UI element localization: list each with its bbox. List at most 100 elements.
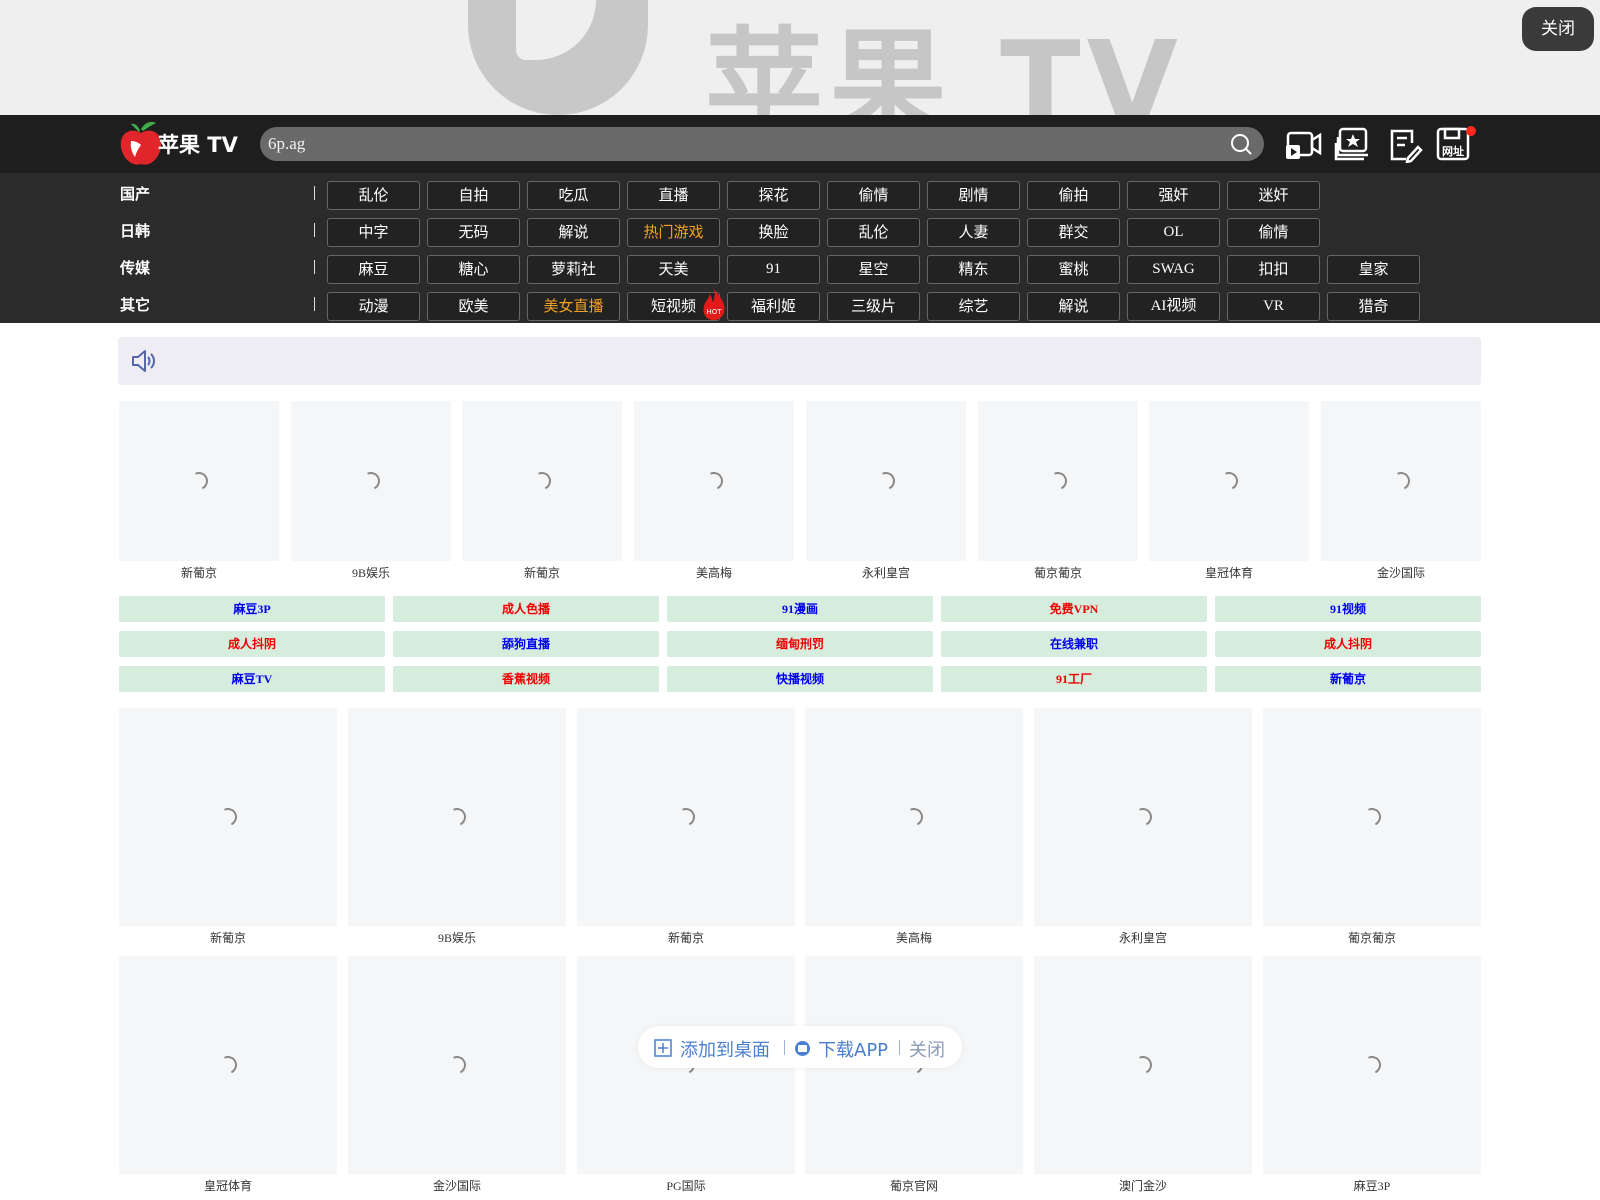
ad-tile[interactable] [634,401,794,561]
category-button[interactable]: 偷情 [1227,218,1320,247]
category-button[interactable]: 人妻 [927,218,1020,247]
link-button[interactable]: 91漫画 [667,596,933,622]
app-download-icon[interactable] [794,1040,811,1057]
category-button[interactable]: 剧情 [927,181,1020,210]
category-button[interactable]: 吃瓜 [527,181,620,210]
link-button[interactable]: 香蕉视频 [393,666,659,692]
search-bar[interactable] [260,127,1264,161]
tile-caption: 澳门金沙 [1118,1179,1167,1193]
category-button[interactable]: 解说 [527,218,620,247]
ad-tile[interactable] [577,708,795,926]
category-button[interactable]: 乱伦 [327,181,420,210]
link-button[interactable]: 缅甸刑罚 [667,631,933,657]
link-button[interactable]: 成人抖阴 [1215,631,1481,657]
category-button[interactable]: 欧美 [427,292,520,321]
top-ad-banner[interactable]: 苹果 TV [0,0,1600,115]
ad-tile[interactable] [291,401,451,561]
category-button[interactable]: 中字 [327,218,420,247]
category-button[interactable]: 麻豆 [327,255,420,284]
divider [784,1040,785,1055]
category-button[interactable]: 综艺 [927,292,1020,321]
link-button[interactable]: 免费VPN [941,596,1207,622]
category-button[interactable]: 猎奇 [1327,292,1420,321]
link-button[interactable]: 麻豆TV [119,666,385,692]
loading-spinner-icon [530,469,554,493]
category-button[interactable]: 迷奸 [1227,181,1320,210]
ad-tile[interactable] [119,956,337,1174]
category-button[interactable]: 偷情 [827,181,920,210]
category-button-highlight[interactable]: 美女直播 [527,292,620,321]
loading-spinner-icon [674,805,698,829]
banner-close-button[interactable]: 关闭 [1522,7,1594,51]
float-close-button[interactable]: 关闭 [909,1036,945,1062]
ad-tile[interactable] [119,708,337,926]
floating-action-bar: 添加到桌面 下载APP 关闭 [638,1026,962,1068]
category-button[interactable]: 糖心 [427,255,520,284]
category-button[interactable]: 蜜桃 [1027,255,1120,284]
category-button[interactable]: AI视频 [1127,292,1220,321]
category-button[interactable]: OL [1127,218,1220,247]
ad-tile[interactable] [462,401,622,561]
link-button[interactable]: 快播视频 [667,666,933,692]
link-button[interactable]: 新葡京 [1215,666,1481,692]
ad-tile[interactable] [348,956,566,1174]
download-app-button[interactable]: 下载APP [818,1036,888,1062]
ad-tile[interactable] [1263,956,1481,1174]
category-button-highlight[interactable]: 热门游戏 [627,218,720,247]
ad-tile[interactable] [1034,956,1252,1174]
category-button[interactable]: VR [1227,292,1320,321]
category-button[interactable]: 探花 [727,181,820,210]
star-album-icon[interactable] [1334,125,1374,163]
ad-tile[interactable] [1263,708,1481,926]
link-button[interactable]: 麻豆3P [119,596,385,622]
ad-tile[interactable] [1034,708,1252,926]
category-button[interactable]: SWAG [1127,255,1220,284]
loading-spinner-icon [874,469,898,493]
category-button[interactable]: 解说 [1027,292,1120,321]
category-button[interactable]: 精东 [927,255,1020,284]
link-button[interactable]: 在线兼职 [941,631,1207,657]
link-button[interactable]: 舔狗直播 [393,631,659,657]
ad-tile[interactable] [978,401,1138,561]
category-button[interactable]: 福利姬 [727,292,820,321]
category-button[interactable]: 91 [727,255,820,284]
category-button[interactable]: 三级片 [827,292,920,321]
category-button[interactable]: 群交 [1027,218,1120,247]
search-icon[interactable] [1228,131,1254,157]
plus-icon[interactable] [654,1039,672,1057]
ad-tile[interactable] [1321,401,1481,561]
category-button[interactable]: 扣扣 [1227,255,1320,284]
link-button[interactable]: 成人色播 [393,596,659,622]
category-button[interactable]: 动漫 [327,292,420,321]
ad-tile[interactable] [805,708,1023,926]
tile-caption: 新葡京 [209,931,246,945]
category-button[interactable]: 直播 [627,181,720,210]
tile-caption: 美高梅 [695,566,732,580]
category-button[interactable]: 天美 [627,255,720,284]
category-button[interactable]: 无码 [427,218,520,247]
category-button[interactable]: 星空 [827,255,920,284]
tile-caption: 新葡京 [180,566,217,580]
category-button[interactable]: 换脸 [727,218,820,247]
add-to-desktop-button[interactable]: 添加到桌面 [680,1036,770,1062]
category-button[interactable]: 偷拍 [1027,181,1120,210]
ad-tile[interactable] [806,401,966,561]
loading-spinner-icon [216,1053,240,1077]
video-camera-icon[interactable] [1284,125,1324,163]
category-label: 传媒 [120,259,151,277]
category-button[interactable]: 自拍 [427,181,520,210]
search-input[interactable] [268,127,1208,161]
tile-caption: 金沙国际 [432,1179,481,1193]
ad-tile[interactable] [348,708,566,926]
link-button[interactable]: 91视频 [1215,596,1481,622]
category-button[interactable]: 皇家 [1327,255,1420,284]
ad-tile[interactable] [119,401,279,561]
category-button[interactable]: 乱伦 [827,218,920,247]
edit-note-icon[interactable] [1384,125,1424,163]
category-button[interactable]: 强奸 [1127,181,1220,210]
ad-tile[interactable] [1149,401,1309,561]
category-button[interactable]: 萝莉社 [527,255,620,284]
link-button[interactable]: 成人抖阴 [119,631,385,657]
logo-text[interactable]: 苹果 TV [158,129,238,159]
link-button[interactable]: 91工厂 [941,666,1207,692]
